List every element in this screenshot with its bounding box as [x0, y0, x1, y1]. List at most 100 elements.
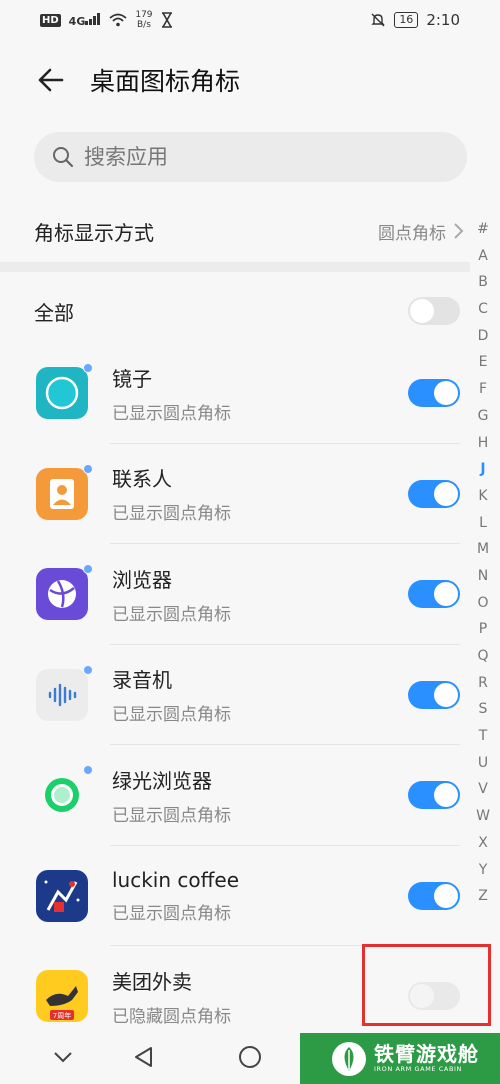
back-arrow-icon[interactable] — [34, 65, 64, 95]
mute-bell-icon — [371, 13, 386, 27]
alphabet-index[interactable]: # A B C D E F G H J K L M N O P Q R S T … — [473, 216, 493, 910]
hd-icon: HD — [40, 13, 61, 27]
app-name: 联系人 — [112, 467, 172, 492]
app-status: 已显示圆点角标 — [112, 403, 231, 424]
chevron-right-icon — [454, 223, 464, 239]
alpha-letter[interactable]: D — [478, 323, 489, 350]
hourglass-icon — [161, 12, 172, 28]
alpha-letter[interactable]: G — [478, 403, 489, 430]
toggle-knob — [434, 783, 458, 808]
app-badge-toggle[interactable] — [408, 479, 460, 508]
app-icon-wrap — [36, 664, 93, 721]
nav-back-button[interactable] — [128, 1042, 158, 1072]
app-badge-toggle[interactable] — [408, 881, 460, 910]
all-apps-toggle[interactable] — [408, 297, 460, 325]
app-name: 美团外卖 — [112, 969, 192, 994]
list-item: 联系人 已显示圆点角标 — [0, 444, 470, 544]
app-icon-wrap — [36, 765, 93, 822]
toggle-knob — [434, 481, 458, 506]
app-status: 已显示圆点角标 — [112, 805, 231, 826]
luckin-coffee-icon — [36, 869, 88, 922]
triangle-back-icon — [135, 1047, 152, 1067]
toggle-knob — [434, 582, 458, 607]
app-badge-toggle[interactable] — [408, 379, 460, 408]
badge-dot — [83, 463, 93, 474]
alpha-letter[interactable]: X — [478, 830, 488, 857]
network-speed: 179 B/s — [135, 10, 152, 30]
app-name: 镜子 — [112, 366, 152, 391]
watermark-sub: IRON ARM GAME CABIN — [374, 1065, 463, 1073]
alpha-letter[interactable]: M — [477, 536, 489, 563]
alpha-letter[interactable]: # — [477, 216, 489, 243]
app-icon-wrap — [36, 564, 93, 621]
alpha-letter[interactable]: A — [478, 243, 488, 270]
list-item: 浏览器 已显示圆点角标 — [0, 544, 470, 645]
alpha-letter[interactable]: F — [479, 376, 487, 403]
app-list: 镜子 已显示圆点角标 联系人 已显示圆点角标 浏览器 已显示圆点角标 录音机 已… — [0, 343, 470, 1047]
alpha-letter[interactable]: B — [478, 269, 488, 296]
badge-dot — [83, 664, 93, 675]
alpha-letter[interactable]: T — [479, 723, 488, 750]
nav-collapse-button[interactable] — [48, 1042, 78, 1072]
watermark: 铁臂游戏舱 IRON ARM GAME CABIN — [300, 1033, 500, 1084]
battery-icon: 16 — [394, 12, 419, 28]
alpha-letter[interactable]: V — [478, 776, 488, 803]
status-time: 2:10 — [426, 11, 460, 29]
app-badge-toggle[interactable] — [408, 680, 460, 709]
alpha-letter[interactable]: Y — [479, 857, 488, 884]
app-name: 浏览器 — [112, 567, 172, 592]
app-name: 录音机 — [112, 668, 172, 693]
badge-dot — [83, 564, 93, 575]
app-status: 已隐藏圆点角标 — [112, 1006, 231, 1027]
meituan-icon: 7周年 — [36, 970, 88, 1023]
app-status: 已显示圆点角标 — [112, 705, 231, 726]
list-item: 录音机 已显示圆点角标 — [0, 645, 470, 745]
badge-display-mode-row[interactable]: 角标显示方式 圆点角标 — [0, 200, 470, 262]
app-text: 浏览器 已显示圆点角标 — [112, 564, 231, 625]
app-badge-toggle[interactable] — [408, 781, 460, 810]
alpha-letter[interactable]: K — [478, 483, 487, 510]
alpha-letter[interactable]: L — [479, 510, 487, 537]
status-left: HD 4G 179 B/s — [40, 10, 173, 30]
wifi-icon — [109, 13, 127, 27]
watermark-text: 铁臂游戏舱 IRON ARM GAME CABIN — [374, 1043, 479, 1074]
badge-display-mode-value: 圆点角标 — [378, 223, 446, 244]
app-text: 镜子 已显示圆点角标 — [112, 363, 231, 424]
alpha-letter[interactable]: Q — [477, 643, 488, 670]
alpha-letter[interactable]: W — [476, 803, 490, 830]
app-icon-wrap — [36, 463, 93, 520]
list-item: 绿光浏览器 已显示圆点角标 — [0, 745, 470, 846]
toggle-knob — [434, 381, 458, 406]
recorder-icon — [36, 668, 88, 721]
alpha-letter[interactable]: O — [477, 590, 488, 617]
watermark-main: 铁臂游戏舱 — [374, 1042, 479, 1066]
highlight-annotation — [362, 944, 491, 1026]
alpha-letter[interactable]: P — [479, 616, 487, 643]
app-status: 已显示圆点角标 — [112, 504, 231, 525]
nav-home-button[interactable] — [235, 1042, 265, 1072]
green-browser-icon — [36, 769, 88, 822]
mirror-icon — [36, 367, 88, 420]
list-item: 镜子 已显示圆点角标 — [0, 343, 470, 444]
alpha-letter-active[interactable]: J — [480, 456, 485, 483]
app-icon-wrap: 7周年 — [36, 970, 88, 1023]
alpha-letter[interactable]: R — [478, 670, 488, 697]
alpha-letter[interactable]: N — [478, 563, 488, 590]
page-title: 桌面图标角标 — [90, 67, 241, 96]
alpha-letter[interactable]: S — [479, 696, 488, 723]
browser-icon — [36, 568, 88, 621]
app-badge-toggle[interactable] — [408, 580, 460, 609]
app-status: 已显示圆点角标 — [112, 903, 231, 924]
app-name: luckin coffee — [112, 867, 240, 892]
alpha-letter[interactable]: C — [478, 296, 488, 323]
alpha-letter[interactable]: E — [479, 349, 488, 376]
badge-dot — [83, 765, 93, 776]
alpha-letter[interactable]: Z — [478, 883, 488, 910]
alpha-letter[interactable]: H — [478, 430, 489, 457]
toggle-knob — [410, 299, 434, 323]
alpha-letter[interactable]: U — [478, 750, 488, 777]
search-bar[interactable] — [34, 132, 467, 182]
chevron-down-icon — [54, 1052, 72, 1063]
search-input[interactable] — [84, 145, 444, 169]
app-text: 绿光浏览器 已显示圆点角标 — [112, 765, 231, 826]
